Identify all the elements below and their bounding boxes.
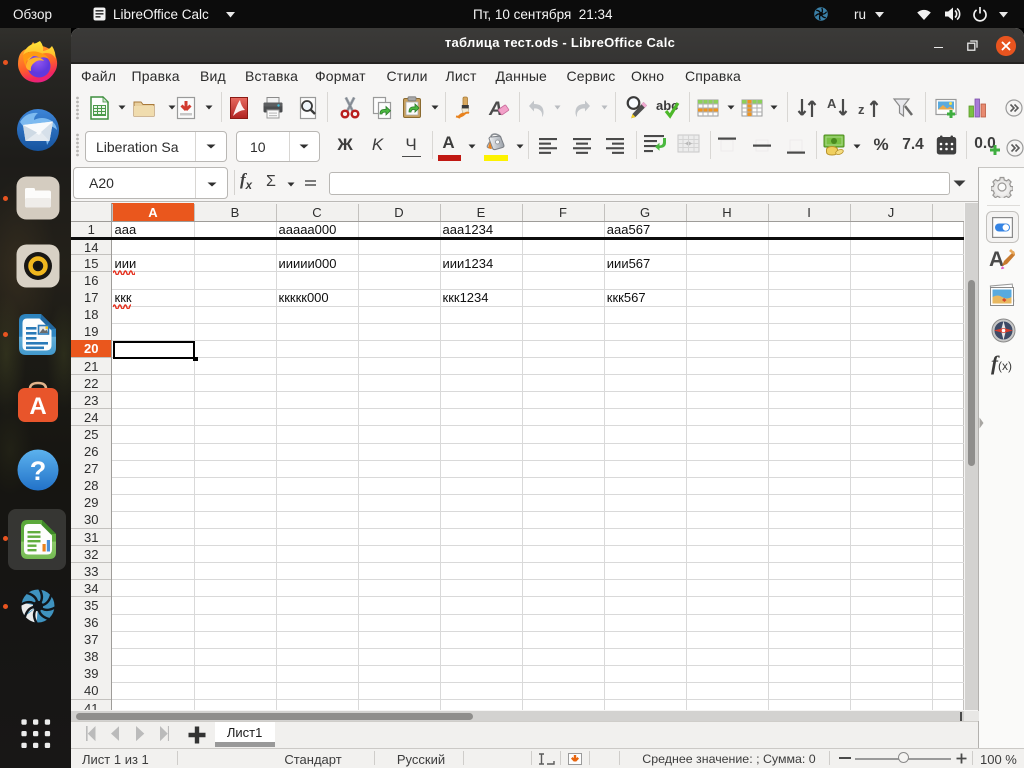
svg-text:z: z — [858, 102, 865, 117]
svg-text:A: A — [29, 393, 46, 420]
svg-text:A: A — [827, 96, 837, 111]
svg-text:?: ? — [30, 456, 47, 486]
